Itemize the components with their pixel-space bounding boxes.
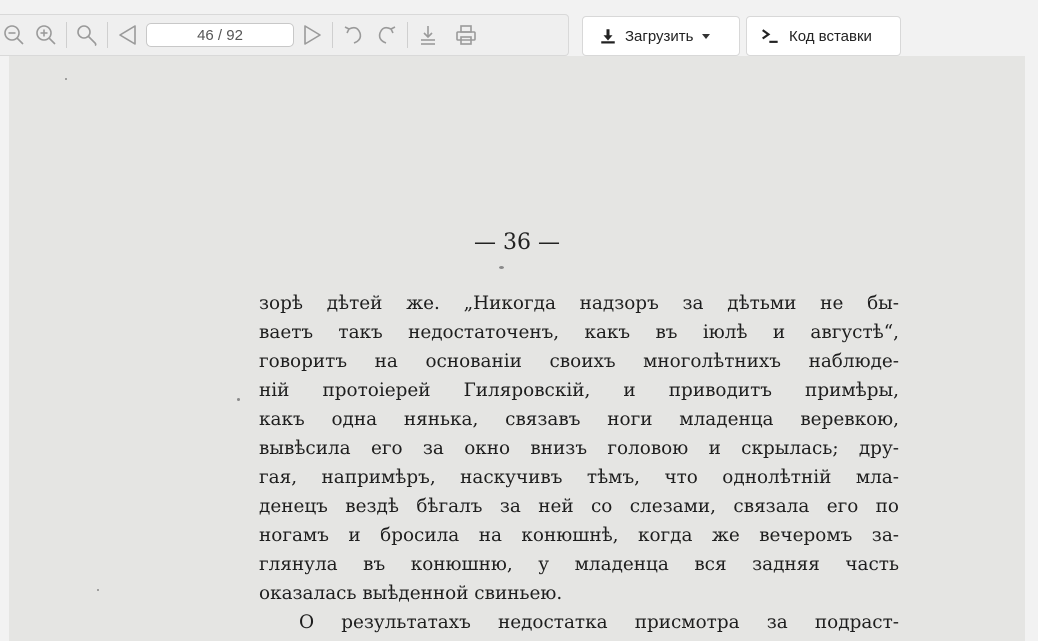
download-file-button[interactable] — [414, 21, 442, 49]
text-line: О результатахъ недостатка присмотра за п… — [299, 612, 899, 633]
text-line: оказалась выѣденной свиньею. — [259, 583, 563, 604]
zoom-in-icon — [36, 25, 56, 45]
prev-page-button[interactable] — [114, 21, 142, 49]
toolbar-divider — [107, 22, 108, 48]
text-line: какъ одна нянька, связавъ ноги младенца … — [259, 409, 899, 430]
embed-code-button[interactable]: Код вставки — [746, 16, 901, 56]
embed-label: Код вставки — [789, 27, 872, 45]
download-icon — [421, 26, 435, 45]
text-line: зорѣ дѣтей же. „Никогда надзоръ за дѣтьм… — [259, 293, 899, 314]
toolbar: Загрузить Код вставки — [0, 0, 1038, 56]
toolbar-divider — [66, 22, 67, 48]
chevron-down-icon — [701, 33, 710, 39]
text-line: ваетъ такъ недостаточенъ, какъ въ іюлѣ и… — [259, 322, 899, 343]
page-number-input[interactable] — [146, 23, 294, 47]
zoom-out-icon — [4, 25, 24, 45]
text-line: денецъ вездѣ бѣгалъ за ней со слезами, с… — [259, 496, 899, 517]
toolbar-divider — [407, 22, 408, 48]
download-arrow-icon — [599, 27, 617, 45]
terminal-prompt-icon — [761, 27, 781, 45]
next-page-icon — [304, 25, 321, 45]
rotate-left-icon — [344, 26, 362, 44]
text-line: глянула въ конюшню, у младенца вся задня… — [259, 554, 899, 575]
paper-speck — [65, 78, 67, 80]
search-icon — [77, 25, 97, 47]
text-line: ногамъ и бросила на конюшнѣ, когда же ве… — [259, 525, 899, 546]
text-line: гая, напримѣръ, наскучивъ тѣмъ, что одно… — [259, 467, 899, 488]
next-page-button[interactable] — [298, 21, 326, 49]
paper-speck — [237, 398, 240, 401]
page-text: зорѣ дѣтей же. „Никогда надзоръ за дѣтьм… — [259, 289, 899, 637]
rotate-left-button[interactable] — [339, 21, 367, 49]
rotate-right-button[interactable] — [373, 21, 401, 49]
print-icon — [456, 25, 476, 45]
rotate-right-icon — [378, 26, 396, 44]
download-dropdown-button[interactable]: Загрузить — [582, 16, 740, 56]
print-button[interactable] — [452, 21, 480, 49]
document-page: — 36 — зорѣ дѣтей же. „Никогда надзоръ з… — [9, 56, 1025, 641]
search-button[interactable] — [73, 21, 101, 49]
toolbar-divider — [332, 22, 333, 48]
download-label: Загрузить — [625, 27, 694, 45]
text-line: говоритъ на основаніи своихъ многолѣтних… — [259, 351, 899, 372]
text-line: вывѣсила его за окно внизъ головою и скр… — [259, 438, 899, 459]
viewer-controls — [0, 14, 569, 56]
text-line: ній протоіерей Гиляровскій, и приводитъ … — [259, 380, 899, 401]
page-number: — 36 — — [474, 230, 560, 255]
prev-page-icon — [119, 25, 136, 45]
paper-speck — [97, 589, 99, 591]
paper-speck — [499, 266, 504, 269]
zoom-out-button[interactable] — [0, 21, 28, 49]
zoom-in-button[interactable] — [32, 21, 60, 49]
